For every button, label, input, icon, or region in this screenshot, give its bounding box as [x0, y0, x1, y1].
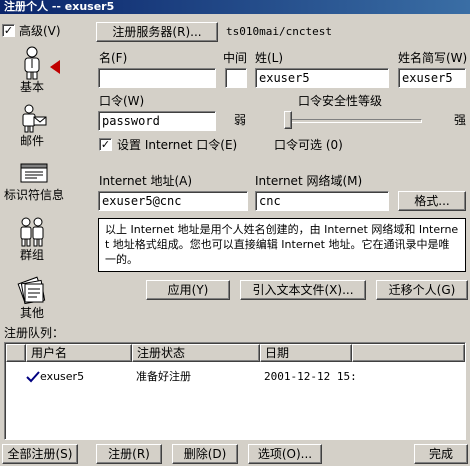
internet-domain-label: Internet 网络域(M) [255, 174, 363, 188]
mail-person-icon [22, 104, 47, 133]
checked-user-icon [26, 371, 40, 383]
short-name-label: 姓名简写(W) [398, 51, 468, 65]
register-server-button[interactable]: 注册服务器(R)... [96, 22, 218, 42]
format-button[interactable]: 格式... [398, 191, 466, 211]
security-slider-track [284, 119, 422, 123]
delete-button[interactable]: 删除(D) [172, 444, 238, 464]
selected-arrow-icon [50, 60, 60, 74]
short-name-field[interactable]: exuser5 [398, 68, 466, 88]
options-button[interactable]: 选项(O)... [248, 444, 322, 464]
security-slider-thumb[interactable] [284, 111, 292, 129]
internet-address-label: Internet 地址(A) [99, 174, 193, 188]
security-weak-label: 弱 [234, 113, 247, 127]
apply-button[interactable]: 应用(Y) [146, 280, 230, 300]
first-name-field[interactable] [98, 68, 216, 88]
advanced-label: 高级(V) [19, 24, 61, 38]
migrate-person-button[interactable]: 迁移个人(G) [376, 280, 468, 300]
sidebar-item-mail[interactable]: 邮件 [2, 104, 62, 152]
queue-label: 注册队列： [4, 326, 65, 340]
password-label: 口令(W) [99, 94, 145, 108]
person-icon [24, 46, 40, 80]
row-date: 2001-12-12 15: [264, 370, 357, 383]
column-header-blank [6, 344, 26, 362]
set-internet-password-label: 设置 Internet 口令(E) [117, 138, 238, 152]
info-text: 以上 Internet 地址是用个人姓名创建的，由 Internet 网络域和 … [105, 223, 459, 266]
info-box: 以上 Internet 地址是用个人姓名创建的，由 Internet 网络域和 … [98, 218, 466, 272]
server-name: ts010mai/cnctest [226, 25, 332, 38]
sidebar-item-other[interactable]: 其他 [2, 276, 62, 324]
last-name-field[interactable]: exuser5 [255, 68, 389, 88]
sidebar-item-groups[interactable]: 群组 [2, 216, 62, 266]
security-strong-label: 强 [454, 113, 467, 127]
column-header-status[interactable]: 注册状态 [132, 344, 260, 362]
check-mark-icon: ✓ [100, 138, 111, 151]
import-text-file-button[interactable]: 引入文本文件(X)... [240, 280, 366, 300]
sidebar-item-label: 其他 [19, 306, 44, 320]
password-optional-label: 口令可选 (0) [274, 138, 343, 152]
done-button[interactable]: 完成 [414, 444, 468, 464]
sidebar-item-label: 邮件 [19, 134, 44, 148]
sidebar-item-id-info[interactable]: 标识符信息 [0, 162, 68, 206]
sidebar: ✓ 高级(V) 基本 邮件 标识符信息 群组 其他 [0, 16, 68, 326]
sidebar-item-label: 标识符信息 [3, 188, 64, 202]
middle-label: 中间 [223, 51, 248, 65]
column-header-label: 日期 [265, 346, 290, 360]
registration-queue-list[interactable]: 用户名 注册状态 日期 exuser5 准备好注册 2001-12-12 15: [4, 342, 466, 440]
column-header-username[interactable]: 用户名 [26, 344, 132, 362]
files-icon [17, 276, 46, 305]
column-header-label: 用户名 [31, 346, 68, 360]
internet-address-field[interactable]: exuser5@cnc [98, 191, 248, 211]
row-username: exuser5 [40, 370, 85, 383]
row-status: 准备好注册 [136, 370, 191, 383]
group-icon [20, 217, 44, 247]
security-level-label: 口令安全性等级 [298, 94, 383, 108]
set-internet-password-checkbox[interactable]: ✓ [99, 138, 112, 151]
form-panel: 注册服务器(R)... ts010mai/cnctest 名(F) 中间 姓(L… [92, 16, 470, 276]
first-name-label: 名(F) [99, 51, 128, 65]
column-header-date[interactable]: 日期 [260, 344, 352, 362]
id-card-icon [20, 163, 48, 183]
window-title-bar: 注册个人 -- exuser5 [0, 0, 470, 14]
internet-domain-field[interactable]: cnc [255, 191, 389, 211]
column-header-filler [352, 344, 465, 362]
register-all-button[interactable]: 全部注册(S) [2, 444, 78, 464]
sidebar-item-label: 群组 [19, 248, 44, 262]
advanced-checkbox[interactable]: ✓ [2, 24, 15, 37]
column-header-label: 注册状态 [137, 346, 186, 360]
last-name-label: 姓(L) [255, 51, 284, 65]
table-row[interactable]: exuser5 准备好注册 2001-12-12 15: [6, 369, 464, 385]
register-button[interactable]: 注册(R) [96, 444, 162, 464]
check-mark-icon: ✓ [3, 24, 14, 37]
window-title: 注册个人 -- exuser5 [4, 0, 115, 13]
sidebar-item-label: 基本 [19, 80, 44, 94]
middle-name-field[interactable] [225, 68, 247, 88]
password-field[interactable]: password [98, 111, 216, 131]
